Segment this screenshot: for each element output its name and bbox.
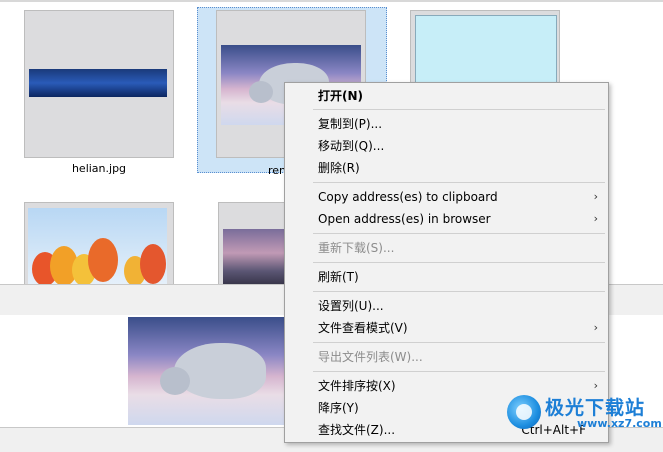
cyan-image	[415, 15, 557, 89]
chevron-right-icon: ›	[593, 212, 598, 225]
mountain-dusk-image	[223, 229, 287, 284]
menu-item-set-columns[interactable]: 设置列(U)...	[285, 295, 608, 317]
menu-separator	[313, 182, 605, 183]
thumbnail-frame	[24, 202, 174, 284]
preview-image	[128, 317, 288, 425]
menu-separator	[313, 262, 605, 263]
menu-item-copy-to[interactable]: 复制到(P)...	[285, 113, 608, 135]
file-thumbnail-cyan[interactable]	[410, 10, 560, 90]
file-thumbnail-mountain[interactable]	[218, 202, 288, 284]
menu-item-move-to[interactable]: 移动到(Q)...	[285, 135, 608, 157]
watermark: 极光下载站 www.xz7.com	[507, 393, 663, 433]
blue-panorama-image	[29, 69, 167, 97]
menu-item-redownload: 重新下载(S)...	[318, 241, 395, 255]
file-thumbnail-autumn[interactable]	[24, 202, 176, 284]
context-menu[interactable]: 打开(N) 复制到(P)... 移动到(Q)... 删除(R) Copy add…	[284, 82, 609, 443]
watermark-brand: 极光下载站	[545, 397, 646, 419]
file-thumbnail-helian[interactable]: helian.jpg	[22, 8, 176, 178]
menu-item-open-address[interactable]: Open address(es) in browser ›	[285, 208, 608, 230]
menu-separator	[313, 109, 605, 110]
menu-item-copy-address[interactable]: Copy address(es) to clipboard ›	[285, 186, 608, 208]
menu-item-view-mode[interactable]: 文件查看模式(V) ›	[285, 317, 608, 339]
menu-item-refresh[interactable]: 刷新(T)	[285, 266, 608, 288]
menu-item-export-list: 导出文件列表(W)...	[318, 350, 423, 364]
watermark-url: www.xz7.com	[577, 417, 662, 430]
thumbnail-frame	[218, 202, 288, 284]
file-name: helian.jpg	[71, 162, 127, 175]
thumbnail-frame	[410, 10, 560, 90]
chevron-right-icon: ›	[593, 190, 598, 203]
menu-separator	[313, 291, 605, 292]
thumbnail-frame	[24, 10, 174, 158]
chevron-right-icon: ›	[593, 321, 598, 334]
menu-separator	[313, 371, 605, 372]
brand-logo-icon	[507, 395, 541, 429]
menu-item-open[interactable]: 打开(N)	[285, 85, 608, 107]
menu-item-delete[interactable]: 删除(R)	[285, 157, 608, 179]
autumn-trees-image	[28, 208, 167, 284]
menu-separator	[313, 233, 605, 234]
menu-separator	[313, 342, 605, 343]
